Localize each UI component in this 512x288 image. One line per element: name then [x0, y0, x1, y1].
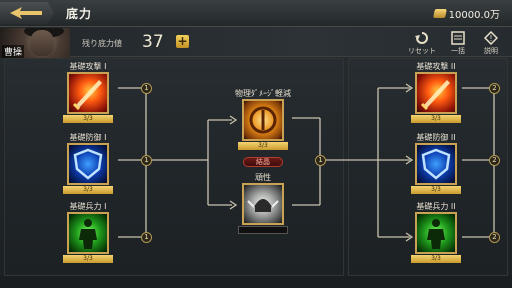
shield-icon	[415, 143, 457, 185]
skill-physical-damage-reduction[interactable]: 物理ﾀﾞﾒｰｼﾞ軽減 3/3	[234, 88, 292, 150]
skill-base-attack-1[interactable]: 基礎攻撃 I 3/3	[60, 61, 116, 123]
connector-node: 2	[489, 83, 500, 94]
skill-name: 基礎防御 II	[416, 133, 456, 142]
skill-name: 基礎兵力 I	[69, 202, 107, 211]
sword-icon	[67, 72, 109, 114]
skill-name: 基礎兵力 II	[416, 202, 456, 211]
shield-icon	[67, 143, 109, 185]
soldier-icon	[67, 212, 109, 254]
skill-name: 物理ﾀﾞﾒｰｼﾞ軽減	[235, 89, 291, 98]
skill-progress	[238, 226, 288, 234]
skill-progress: 3/3	[238, 142, 288, 150]
skill-toughness[interactable]: 頑性	[234, 172, 292, 234]
sword-icon	[415, 72, 457, 114]
skill-name: 基礎攻撃 II	[416, 62, 456, 71]
skill-base-attack-2[interactable]: 基礎攻撃 II 3/3	[408, 61, 464, 123]
skill-name: 基礎攻撃 I	[69, 62, 107, 71]
skill-base-defense-1[interactable]: 基礎防御 I 3/3	[60, 132, 116, 194]
connector-node: 2	[489, 232, 500, 243]
soldier-icon	[415, 212, 457, 254]
skill-progress: 3/3	[411, 186, 461, 194]
bottom-edge	[0, 276, 512, 288]
skill-progress: 3/3	[411, 115, 461, 123]
connector-node: 1	[141, 155, 152, 166]
skill-name: 頑性	[255, 173, 271, 182]
skill-progress: 3/3	[63, 255, 113, 263]
skill-progress: 3/3	[411, 255, 461, 263]
status-badge: 結晶	[243, 157, 283, 167]
skill-progress: 3/3	[63, 186, 113, 194]
winged-helmet-icon	[242, 183, 284, 225]
skill-progress: 3/3	[63, 115, 113, 123]
connector-node: 1	[141, 232, 152, 243]
skill-base-troop-2[interactable]: 基礎兵力 II 3/3	[408, 201, 464, 263]
golden-shield-icon	[242, 99, 284, 141]
connector-node: 1	[141, 83, 152, 94]
skill-base-defense-2[interactable]: 基礎防御 II 3/3	[408, 132, 464, 194]
skill-name: 基礎防御 I	[69, 133, 107, 142]
connector-node: 2	[489, 155, 500, 166]
connector-node: 1	[315, 155, 326, 166]
skill-base-troop-1[interactable]: 基礎兵力 I 3/3	[60, 201, 116, 263]
